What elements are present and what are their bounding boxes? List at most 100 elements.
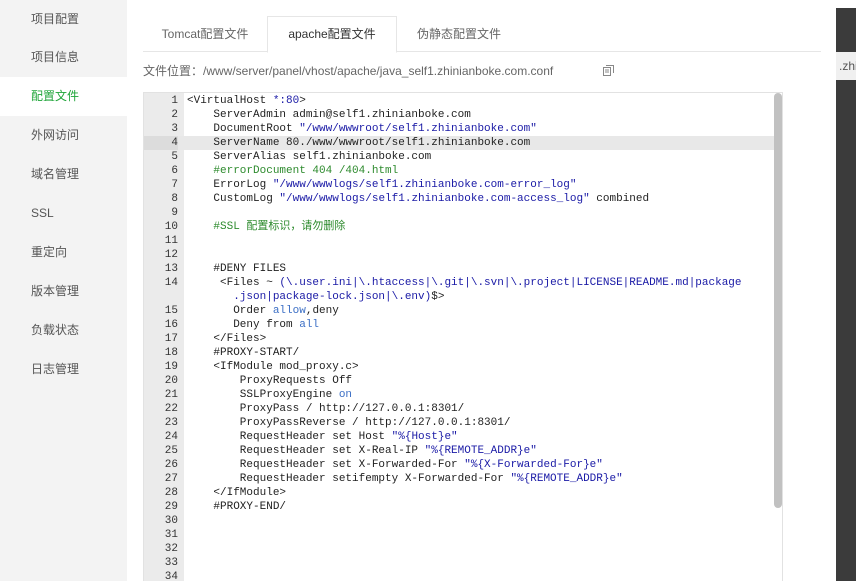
background-page-fragment: .zhi (836, 52, 856, 80)
sidebar-item-ssl[interactable]: SSL (0, 194, 127, 233)
line-number: 19 (164, 361, 178, 373)
editor-scrollbar[interactable] (774, 93, 782, 508)
code-line[interactable]: 28 </IfModule> (144, 486, 782, 500)
line-number: 29 (164, 501, 178, 513)
code-line[interactable]: 21 SSLProxyEngine on (144, 388, 782, 402)
tab-tomcat-config[interactable]: Tomcat配置文件 (143, 16, 267, 52)
sidebar-item-load-status[interactable]: 负载状态 (0, 311, 127, 350)
code-line[interactable]: 18 #PROXY-START/ (144, 346, 782, 360)
code-text: SSLProxyEngine on (187, 389, 353, 401)
file-location-path: /www/server/panel/vhost/apache/java_self… (203, 64, 554, 78)
code-line[interactable]: 11 (144, 234, 782, 248)
code-line[interactable]: 27 RequestHeader setifempty X-Forwarded-… (144, 472, 782, 486)
code-text: RequestHeader set X-Real-IP "%{REMOTE_AD… (187, 445, 537, 457)
line-number: 20 (164, 375, 178, 387)
line-number: 26 (164, 459, 178, 471)
code-line[interactable]: 2 ServerAdmin admin@self1.zhinianboke.co… (144, 108, 782, 122)
line-number: 12 (164, 249, 178, 261)
code-line[interactable]: 30 (144, 514, 782, 528)
code-line[interactable]: 9 (144, 206, 782, 220)
line-number: 2 (171, 109, 178, 121)
sidebar-item-project-config[interactable]: 项目配置 (0, 0, 127, 38)
line-number: 23 (164, 417, 178, 429)
code-line[interactable]: 26 RequestHeader set X-Forwarded-For "%{… (144, 458, 782, 472)
code-line[interactable]: 13 #DENY FILES (144, 262, 782, 276)
line-number: 5 (171, 151, 178, 163)
line-number: 30 (164, 515, 178, 527)
sidebar-item-version-management[interactable]: 版本管理 (0, 272, 127, 311)
sidebar-item-redirect[interactable]: 重定向 (0, 233, 127, 272)
file-location-label: 文件位置： (143, 64, 204, 78)
code-line[interactable]: 34 (144, 570, 782, 581)
sidebar-item-log-management[interactable]: 日志管理 (0, 350, 127, 389)
code-line[interactable]: 20 ProxyRequests Off (144, 374, 782, 388)
code-line[interactable]: 3 DocumentRoot "/www/wwwroot/self1.zhini… (144, 122, 782, 136)
code-text: Order allow,deny (187, 305, 339, 317)
line-number: 24 (164, 431, 178, 443)
code-line[interactable]: 22 ProxyPass / http://127.0.0.1:8301/ (144, 402, 782, 416)
line-number: 22 (164, 403, 178, 415)
code-line[interactable]: 15 Order allow,deny (144, 304, 782, 318)
code-line[interactable]: 6 #errorDocument 404 /404.html (144, 164, 782, 178)
code-line[interactable]: 16 Deny from all (144, 318, 782, 332)
code-text: </IfModule> (187, 487, 287, 499)
file-location: 文件位置：/www/server/panel/vhost/apache/java… (143, 63, 553, 79)
line-number: 4 (144, 136, 178, 150)
code-text: ServerName 80./www/wwwroot/self1.zhinian… (187, 137, 531, 149)
line-number: 8 (171, 193, 178, 205)
code-text: ProxyPassReverse / http://127.0.0.1:8301… (187, 417, 511, 429)
code-line[interactable]: 31 (144, 528, 782, 542)
background-page-overlay: .zhi (836, 0, 856, 581)
code-text: ProxyPass / http://127.0.0.1:8301/ (187, 403, 465, 415)
code-text: ProxyRequests Off (187, 375, 353, 387)
code-line[interactable]: 17 </Files> (144, 332, 782, 346)
line-number: 10 (164, 221, 178, 233)
code-line[interactable]: 7 ErrorLog "/www/wwwlogs/self1.zhinianbo… (144, 178, 782, 192)
code-line[interactable]: 8 CustomLog "/www/wwwlogs/self1.zhinianb… (144, 192, 782, 206)
code-line[interactable]: 10 #SSL 配置标识，请勿删除 (144, 220, 782, 234)
code-text: CustomLog "/www/wwwlogs/self1.zhinianbok… (187, 193, 650, 205)
code-text: #SSL 配置标识，请勿删除 (187, 221, 346, 233)
line-number: 15 (164, 305, 178, 317)
code-line[interactable]: 12 (144, 248, 782, 262)
code-editor[interactable]: 1 <VirtualHost *:80> 2 ServerAdmin admin@s… (143, 92, 783, 581)
code-text: #DENY FILES (187, 263, 287, 275)
sidebar-item-domain-management[interactable]: 域名管理 (0, 155, 127, 194)
code-line[interactable]: 29 #PROXY-END/ (144, 500, 782, 514)
sidebar: 项目配置 项目信息 配置文件 外网访问 域名管理 SSL 重定向 版本管理 负载… (0, 0, 127, 581)
tab-apache-config[interactable]: apache配置文件 (267, 16, 397, 53)
line-number: 18 (164, 347, 178, 359)
code-line[interactable]: 23 ProxyPassReverse / http://127.0.0.1:8… (144, 416, 782, 430)
code-line[interactable]: 32 (144, 542, 782, 556)
line-number: 33 (164, 557, 178, 569)
line-number: 9 (171, 207, 178, 219)
line-number: 7 (171, 179, 178, 191)
background-page-edge (836, 0, 856, 8)
code-line[interactable]: 19 <IfModule mod_proxy.c> (144, 360, 782, 374)
line-number: 17 (164, 333, 178, 345)
code-line[interactable]: 14 <Files ~ (\.user.ini|\.htaccess|\.git… (144, 276, 782, 304)
code-line[interactable]: 5 ServerAlias self1.zhinianboke.com (144, 150, 782, 164)
copy-icon[interactable] (603, 65, 614, 76)
sidebar-item-config-file[interactable]: 配置文件 (0, 77, 127, 116)
line-number: 3 (171, 123, 178, 135)
code-line[interactable]: 24 RequestHeader set Host "%{Host}e" (144, 430, 782, 444)
line-number: 28 (164, 487, 178, 499)
code-text: ServerAlias self1.zhinianboke.com (187, 151, 432, 163)
sidebar-item-project-info[interactable]: 项目信息 (0, 38, 127, 77)
code-text: #PROXY-START/ (187, 347, 300, 359)
line-number: 34 (164, 571, 178, 581)
tab-rewrite-config[interactable]: 伪静态配置文件 (397, 16, 521, 52)
code-text: </Files> (187, 333, 267, 345)
code-text: RequestHeader set Host "%{Host}e" (187, 431, 458, 443)
code-text: DocumentRoot "/www/wwwroot/self1.zhinian… (187, 123, 537, 135)
code-line[interactable]: 33 (144, 556, 782, 570)
code-text: RequestHeader setifempty X-Forwarded-For… (187, 473, 623, 485)
code-text: #PROXY-END/ (187, 501, 287, 513)
sidebar-item-external-access[interactable]: 外网访问 (0, 116, 127, 155)
code-line[interactable]: 4 ServerName 80./www/wwwroot/self1.zhini… (144, 136, 782, 150)
code-line[interactable]: 1 <VirtualHost *:80> (144, 94, 782, 108)
line-number: 21 (164, 389, 178, 401)
code-line[interactable]: 25 RequestHeader set X-Real-IP "%{REMOTE… (144, 444, 782, 458)
code-text: ErrorLog "/www/wwwlogs/self1.zhinianboke… (187, 179, 577, 191)
